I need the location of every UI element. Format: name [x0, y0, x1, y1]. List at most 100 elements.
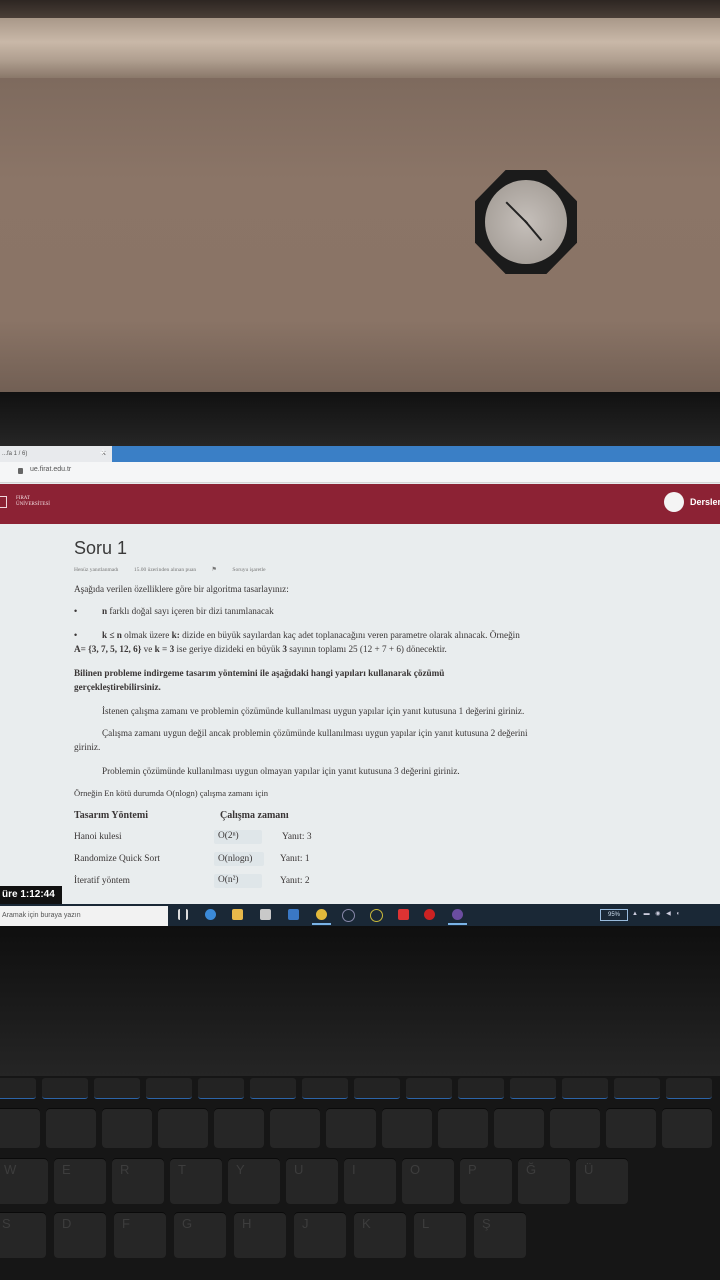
rule-2-line1: Çalışma zamanı uygun değil ancak problem…	[102, 728, 528, 738]
taskbar-search-input[interactable]: Aramak için buraya yazın	[0, 906, 168, 926]
function-key	[146, 1078, 192, 1099]
address-bar[interactable]: ue.firat.edu.tr	[0, 462, 720, 483]
flag-label: Soruyu işaretle	[232, 567, 266, 573]
example-num: 3	[282, 644, 287, 654]
function-key	[42, 1078, 88, 1099]
courses-link[interactable]: Dersler	[690, 497, 720, 507]
function-key	[354, 1078, 400, 1099]
bullet-1: n farklı doğal sayı içeren bir dizi tanı…	[102, 606, 274, 616]
browser-tabbar: ...fa 1 / 6) × +	[0, 446, 720, 462]
chrome-icon[interactable]	[312, 909, 331, 925]
answer-field[interactable]: Yanıt: 2	[280, 876, 310, 886]
number-key	[0, 1108, 40, 1148]
letter-key: O	[402, 1158, 454, 1204]
letter-key: Ğ	[518, 1158, 570, 1204]
bullet2-text: dizide en büyük sayılardan kaç adet topl…	[182, 630, 520, 640]
laptop-top-bezel	[0, 392, 720, 446]
function-key	[0, 1078, 36, 1099]
table-row-method: İteratif yöntem	[74, 876, 130, 886]
app-icon[interactable]	[424, 909, 435, 920]
rule-3: Problemin çözümünde kullanılması uygun o…	[102, 766, 460, 776]
key-label: Ğ	[526, 1162, 537, 1177]
example-text2: sayının toplamı 25 (12 + 7 + 6) dönecekt…	[289, 644, 447, 654]
battery-indicator[interactable]: 95%	[600, 909, 628, 921]
table-header-method: Tasarım Yöntemi	[74, 810, 148, 821]
app-icon[interactable]	[370, 909, 383, 922]
key-label: J	[302, 1216, 309, 1231]
bullet1-text: farklı doğal sayı içeren bir dizi tanıml…	[109, 606, 274, 616]
task-view-icon[interactable]	[178, 909, 188, 920]
number-key	[102, 1108, 152, 1148]
university-logo[interactable]: FIRAT ÜNİVERSİTESİ	[16, 496, 50, 508]
key-label: O	[410, 1162, 421, 1177]
letter-key: E	[54, 1158, 106, 1204]
bullet2-bold: k ≤ n	[102, 630, 122, 640]
function-key	[562, 1078, 608, 1099]
question-meta: Henüz yanıtlanmadı 15.00 üzerinden alına…	[74, 566, 294, 573]
number-key	[494, 1108, 544, 1148]
bold-question-line1: Bilinen probleme indirgeme tasarım yönte…	[74, 668, 445, 678]
quiz-timer: üre 1:12:44	[0, 886, 62, 904]
letter-key: L	[414, 1212, 466, 1258]
logo-line2: ÜNİVERSİTESİ	[16, 502, 50, 507]
number-key	[662, 1108, 712, 1148]
number-key	[158, 1108, 208, 1148]
function-key	[302, 1078, 348, 1099]
key-label: D	[62, 1216, 72, 1231]
bullet-2: k ≤ n olmak üzere k: dizide en büyük say…	[102, 630, 520, 640]
key-label: T	[178, 1162, 186, 1177]
site-header: FIRAT ÜNİVERSİTESİ Dersler	[0, 484, 720, 524]
system-tray[interactable]: ▲ ▬ ◉ ◀ ◐	[632, 910, 682, 917]
table-row-method: Randomize Quick Sort	[74, 854, 160, 864]
bullet2-mid: olmak üzere	[124, 630, 170, 640]
letter-key: Ü	[576, 1158, 628, 1204]
letter-key: K	[354, 1212, 406, 1258]
new-tab-button[interactable]: +	[96, 446, 110, 462]
table-row-time: O(nlogn)	[218, 854, 253, 864]
function-key	[666, 1078, 712, 1099]
letter-key: I	[344, 1158, 396, 1204]
menu-icon[interactable]	[0, 496, 7, 508]
letter-key: J	[294, 1212, 346, 1258]
question-intro: Aşağıda verilen özelliklere göre bir alg…	[74, 584, 289, 594]
letter-key: T	[170, 1158, 222, 1204]
number-key	[214, 1108, 264, 1148]
mail-icon[interactable]	[288, 909, 299, 920]
windows-taskbar: Aramak için buraya yazın 95% ▲ ▬ ◉ ◀ ◐	[0, 904, 720, 926]
function-key	[458, 1078, 504, 1099]
user-avatar[interactable]	[664, 492, 684, 512]
rule-2-line2: giriniz.	[74, 742, 101, 752]
question-points: 15.00 üzerinden alınan puan	[133, 567, 197, 573]
flag-question-link[interactable]: ⚑ Soruyu işaretle	[212, 567, 280, 573]
answer-field[interactable]: Yanıt: 3	[282, 832, 312, 842]
table-header-time: Çalışma zamanı	[220, 810, 289, 821]
key-label: H	[242, 1216, 252, 1231]
flag-icon: ⚑	[211, 567, 219, 573]
office-icon[interactable]	[398, 909, 409, 920]
letter-key: W	[0, 1158, 48, 1204]
ceiling-molding	[0, 18, 720, 78]
key-label: E	[62, 1162, 71, 1177]
letter-key: S	[0, 1212, 46, 1258]
table-row-method: Hanoi kulesi	[74, 832, 122, 842]
url-text[interactable]: ue.firat.edu.tr	[30, 466, 71, 473]
number-key	[382, 1108, 432, 1148]
laptop-keyboard: W E R T Y U I O P Ğ Ü S D F G H J K L Ş	[0, 1076, 720, 1280]
app-icon[interactable]	[342, 909, 355, 922]
question-content: Soru 1 Henüz yanıtlanmadı 15.00 üzerinde…	[0, 524, 720, 926]
store-icon[interactable]	[260, 909, 271, 920]
example-line: A= {3, 7, 5, 12, 6} ve k = 3 ise geriye …	[74, 644, 447, 654]
app-icon[interactable]	[448, 909, 467, 925]
key-label: K	[362, 1216, 371, 1231]
number-key	[46, 1108, 96, 1148]
number-key	[550, 1108, 600, 1148]
function-key	[614, 1078, 660, 1099]
edge-icon[interactable]	[205, 909, 216, 920]
key-label: G	[182, 1216, 193, 1231]
answer-field[interactable]: Yanıt: 1	[280, 854, 310, 864]
number-key	[438, 1108, 488, 1148]
letter-key: U	[286, 1158, 338, 1204]
function-key	[94, 1078, 140, 1099]
file-explorer-icon[interactable]	[232, 909, 243, 920]
key-label: Ş	[482, 1216, 491, 1231]
